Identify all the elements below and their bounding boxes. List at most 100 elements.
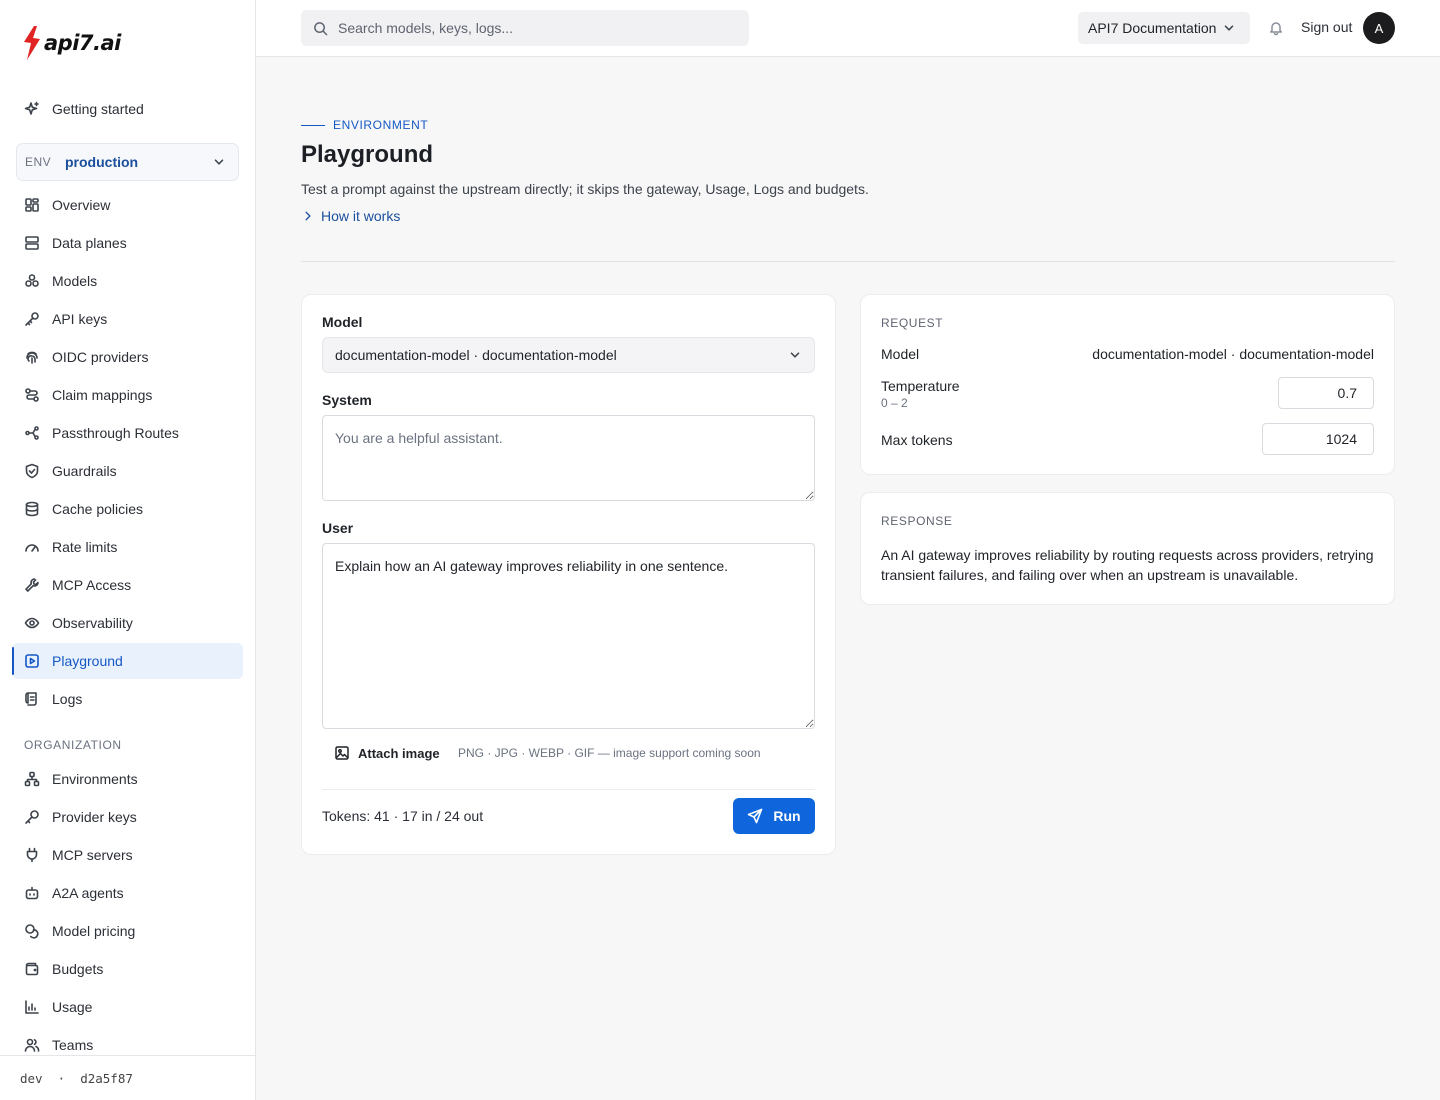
card-divider xyxy=(322,789,815,790)
sidebar-item-cache-policies[interactable]: Cache policies xyxy=(12,491,243,527)
coins-icon xyxy=(25,924,39,939)
sidebar-item-label: OIDC providers xyxy=(52,349,149,365)
sidebar-item-label: Getting started xyxy=(52,101,144,117)
sidebar-item-claim-mappings[interactable]: Claim mappings xyxy=(12,377,243,413)
notifications-button[interactable] xyxy=(1268,20,1284,39)
environment-select[interactable]: ENV production xyxy=(16,143,239,181)
how-it-works-toggle[interactable]: How it works xyxy=(303,208,400,224)
docs-dropdown[interactable]: API7 Documentation xyxy=(1078,12,1250,44)
key-round-icon xyxy=(25,810,39,824)
brand-logo[interactable]: API7.AI xyxy=(22,26,121,60)
sidebar-item-label: Model pricing xyxy=(52,923,136,939)
page-eyebrow: ENVIRONMENT xyxy=(301,118,428,132)
sidebar-item-api-keys[interactable]: API keys xyxy=(12,301,243,337)
response-card-label: RESPONSE xyxy=(881,514,953,528)
dashboard-icon xyxy=(25,198,39,212)
network-icon xyxy=(24,771,40,787)
sidebar-item-label: MCP Access xyxy=(52,577,132,593)
token-count: Tokens: 41 · 17 in / 24 out xyxy=(322,808,484,824)
bot-icon xyxy=(25,886,39,900)
eyebrow-line xyxy=(301,124,325,126)
run-button[interactable]: Run xyxy=(733,798,815,834)
eyebrow-label: ENVIRONMENT xyxy=(333,118,429,132)
search-bar[interactable]: Search models, keys, logs... xyxy=(301,10,749,46)
sidebar-item-provider-keys[interactable]: Provider keys xyxy=(12,799,243,835)
play-square-icon xyxy=(25,654,39,668)
sidebar-item-label: Budgets xyxy=(52,961,104,977)
sidebar-item-label: Models xyxy=(52,273,98,289)
sidebar-item-budgets[interactable]: Budgets xyxy=(12,951,243,987)
max-tokens-input[interactable] xyxy=(1262,423,1374,455)
chevron-right-icon xyxy=(305,211,311,221)
sidebar-item-label: Data planes xyxy=(52,235,127,251)
sidebar-item-a2a-agents[interactable]: A2A agents xyxy=(12,875,243,911)
boxes-icon xyxy=(25,274,39,287)
sidebar-item-label: Guardrails xyxy=(52,463,117,479)
temperature-input[interactable] xyxy=(1278,377,1374,409)
sidebar-item-mcp-access[interactable]: MCP Access xyxy=(12,567,243,603)
sidebar-item-guardrails[interactable]: Guardrails xyxy=(12,453,243,489)
sidebar-item-usage[interactable]: Usage xyxy=(12,989,243,1025)
sidebar-item-models[interactable]: Models xyxy=(12,263,243,299)
request-model-key: Model xyxy=(881,346,920,362)
wrench-icon xyxy=(25,578,39,592)
build-info: dev · d2a5f87 xyxy=(0,1055,255,1100)
topbar: Search models, keys, logs... API7 Docume… xyxy=(256,0,1440,57)
sidebar-item-passthrough-routes[interactable]: Passthrough Routes xyxy=(12,415,243,451)
model-select[interactable]: documentation-model · documentation-mode… xyxy=(322,337,815,373)
system-textarea[interactable] xyxy=(322,415,815,501)
sign-out-link[interactable]: Sign out xyxy=(1301,19,1352,35)
sidebar-item-label: Usage xyxy=(52,999,93,1015)
sidebar-item-model-pricing[interactable]: Model pricing xyxy=(12,913,243,949)
attach-image-button[interactable]: Attach image xyxy=(334,745,440,761)
search-icon xyxy=(314,21,328,35)
page-subtitle: Test a prompt against the upstream direc… xyxy=(301,181,869,197)
sidebar-item-rate-limits[interactable]: Rate limits xyxy=(12,529,243,565)
env-value: production xyxy=(65,154,139,170)
request-model-value: documentation-model · documentation-mode… xyxy=(1092,346,1374,362)
sidebar-item-label: Observability xyxy=(52,615,133,631)
route-icon xyxy=(25,388,39,402)
sidebar-item-label: Provider keys xyxy=(52,809,137,825)
wallet-icon xyxy=(25,962,39,976)
gauge-icon xyxy=(25,544,39,552)
how-it-works-label: How it works xyxy=(321,208,401,224)
sidebar-item-environments[interactable]: Environments xyxy=(12,761,243,797)
env-label: ENV xyxy=(25,155,52,169)
temperature-range: 0 – 2 xyxy=(881,396,908,410)
sidebar-item-overview[interactable]: Overview xyxy=(12,187,243,223)
prompt-card: Model documentation-model · documentatio… xyxy=(301,294,836,855)
key-icon xyxy=(25,312,39,326)
organization-section-label: ORGANIZATION xyxy=(24,738,122,752)
image-icon xyxy=(335,746,349,760)
request-card-label: REQUEST xyxy=(881,316,944,330)
sidebar-item-oidc-providers[interactable]: OIDC providers xyxy=(12,339,243,375)
attach-image-label: Attach image xyxy=(358,745,440,761)
sidebar-item-data-planes[interactable]: Data planes xyxy=(12,225,243,261)
sidebar-item-getting-started[interactable]: Getting started xyxy=(12,91,243,127)
max-tokens-key: Max tokens xyxy=(881,432,953,448)
user-textarea[interactable]: Explain how an AI gateway improves relia… xyxy=(322,543,815,729)
sidebar-item-label: A2A agents xyxy=(52,885,124,901)
sidebar-item-logs[interactable]: Logs xyxy=(12,681,243,717)
sidebar-item-label: Logs xyxy=(52,691,83,707)
run-button-label: Run xyxy=(773,808,801,824)
fingerprint-icon xyxy=(26,351,38,364)
sidebar-item-label: Cache policies xyxy=(52,501,144,517)
sidebar-item-label: Environments xyxy=(52,771,138,787)
plug-icon xyxy=(26,847,38,863)
sidebar-item-label: Playground xyxy=(52,653,123,669)
send-icon xyxy=(748,808,763,824)
users-icon xyxy=(24,1038,40,1052)
user-label: User xyxy=(322,520,354,536)
scroll-icon xyxy=(25,692,37,706)
sidebar-item-label: Overview xyxy=(52,197,111,213)
sidebar-item-mcp-servers[interactable]: MCP servers xyxy=(12,837,243,873)
sidebar-item-playground[interactable]: Playground xyxy=(12,643,243,679)
sidebar-item-observability[interactable]: Observability xyxy=(12,605,243,641)
sidebar-item-label: Rate limits xyxy=(52,539,118,555)
temperature-key: Temperature xyxy=(881,378,960,394)
page-title: Playground xyxy=(301,141,434,168)
system-label: System xyxy=(322,392,372,408)
avatar[interactable]: A xyxy=(1363,12,1395,44)
